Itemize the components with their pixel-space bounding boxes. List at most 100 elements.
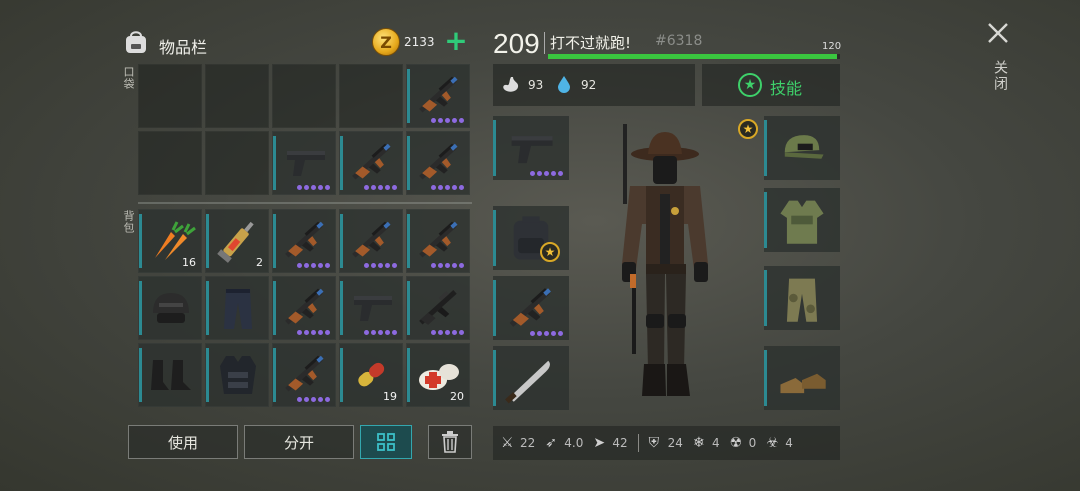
- player-level: 209: [493, 28, 540, 59]
- slot-assault-rifle[interactable]: [272, 276, 336, 340]
- shoes-icon: [780, 373, 826, 394]
- quality-dot: [530, 331, 535, 336]
- armor-icon: ⛨: [648, 435, 660, 451]
- slot-helmet[interactable]: [138, 276, 202, 340]
- quality-dot: [297, 185, 302, 190]
- pocket-label: 口袋: [122, 66, 135, 90]
- empty-slot[interactable]: [205, 131, 269, 195]
- coin-count: 2133: [404, 35, 435, 49]
- pistol-icon: [511, 136, 553, 164]
- coin-icon: Z: [372, 28, 400, 56]
- quality-dot: [311, 185, 316, 190]
- quality-dot: [297, 397, 302, 402]
- equip-slot-camo-pants[interactable]: [764, 266, 840, 330]
- stat-value: 0: [748, 436, 757, 450]
- toxic-icon: ☣: [766, 435, 779, 451]
- quality-dot: [537, 171, 542, 176]
- quality-dot: [311, 397, 316, 402]
- empty-slot[interactable]: [138, 64, 202, 128]
- empty-slot[interactable]: [339, 64, 403, 128]
- slot-boots[interactable]: [138, 343, 202, 407]
- slot-marker: [764, 350, 767, 406]
- close-icon[interactable]: [985, 20, 1011, 46]
- empty-slot[interactable]: [272, 64, 336, 128]
- stats-bar: ⚔ 22 ➶ 4.0 ➤ 42 ⛨ 24 ❄ 4 ☢ 0 ☣ 4: [493, 426, 840, 460]
- player-name: 打不过就跑!: [550, 34, 632, 52]
- slot-assault-rifle[interactable]: [339, 131, 403, 195]
- equip-slot-cap[interactable]: [764, 116, 840, 180]
- stat-radiation: ☢ 0: [730, 435, 757, 451]
- slot-syringe[interactable]: 2: [205, 209, 269, 273]
- quality-dot: [459, 118, 464, 123]
- quality-dot: [392, 330, 397, 335]
- quality-dot: [459, 263, 464, 268]
- slot-assault-rifle[interactable]: [406, 64, 470, 128]
- slot-marker: [340, 348, 343, 402]
- quality-dot: [431, 263, 436, 268]
- slot-pistol[interactable]: [339, 276, 403, 340]
- slot-marker: [340, 136, 343, 190]
- slot-marker: [493, 350, 496, 406]
- stat-value: 24: [667, 436, 683, 450]
- trash-button[interactable]: [428, 425, 472, 459]
- quality-dot: [371, 185, 376, 190]
- slot-marker: [340, 281, 343, 335]
- slot-marker: [206, 348, 209, 402]
- slot-marker: [273, 136, 276, 190]
- slot-pills[interactable]: 19: [339, 343, 403, 407]
- xp-fill: [548, 54, 838, 59]
- backpack-label: 背包: [122, 210, 135, 234]
- slot-assault-rifle[interactable]: [406, 131, 470, 195]
- empty-slot[interactable]: [138, 131, 202, 195]
- use-button[interactable]: 使用: [128, 425, 238, 459]
- quality-dot: [385, 330, 390, 335]
- equip-slot-assault-rifle[interactable]: [493, 276, 569, 340]
- slot-assault-rifle[interactable]: [272, 343, 336, 407]
- slot-marker: [764, 270, 767, 326]
- slot-rifle-dark[interactable]: [406, 276, 470, 340]
- quality-dot: [378, 263, 383, 268]
- quality-dot: [544, 171, 549, 176]
- equip-slot-shoes[interactable]: [764, 346, 840, 410]
- slot-assault-rifle[interactable]: [272, 209, 336, 273]
- quality-dot: [371, 330, 376, 335]
- slot-tactical-pants[interactable]: [205, 276, 269, 340]
- slot-carrots[interactable]: 16: [138, 209, 202, 273]
- slot-armor-vest[interactable]: [205, 343, 269, 407]
- split-button[interactable]: 分开: [244, 425, 354, 459]
- assault-rifle-icon: [352, 143, 391, 180]
- item-count: 2: [256, 256, 263, 269]
- quality-dot: [445, 118, 450, 123]
- grid-view-button[interactable]: [360, 425, 412, 459]
- add-coins-button[interactable]: +: [444, 27, 468, 56]
- quality-dot: [544, 331, 549, 336]
- assault-rifle-icon: [419, 76, 458, 113]
- pistol-icon: [354, 296, 392, 321]
- quality-dot: [558, 171, 563, 176]
- quality-dot: [318, 397, 323, 402]
- slot-marker: [407, 281, 410, 335]
- stat-value: 42: [612, 436, 628, 450]
- quality-dot: [459, 185, 464, 190]
- slot-assault-rifle[interactable]: [339, 209, 403, 273]
- equip-slot-pistol[interactable]: [493, 116, 569, 180]
- equip-slot-machete[interactable]: [493, 346, 569, 410]
- slot-marker: [407, 348, 410, 402]
- stat-value: 4: [785, 436, 793, 450]
- assault-rifle-icon: [285, 221, 324, 258]
- stat-armor: ⛨ 24: [649, 435, 683, 451]
- equip-slot-camo-jacket[interactable]: [764, 188, 840, 252]
- slot-marker: [407, 69, 410, 123]
- quality-dot: [304, 185, 309, 190]
- empty-slot[interactable]: [205, 64, 269, 128]
- skills-button[interactable]: ★ 技能: [702, 64, 840, 106]
- slot-assault-rifle[interactable]: [406, 209, 470, 273]
- equip-slot-backpack[interactable]: [493, 206, 569, 270]
- xp-max: 120: [822, 41, 842, 52]
- close-label[interactable]: 关闭: [990, 60, 1010, 92]
- slot-marker: [139, 281, 142, 335]
- slot-bandage[interactable]: 20: [406, 343, 470, 407]
- quality-dot: [392, 263, 397, 268]
- quality-dots: [297, 185, 330, 190]
- slot-pistol[interactable]: [272, 131, 336, 195]
